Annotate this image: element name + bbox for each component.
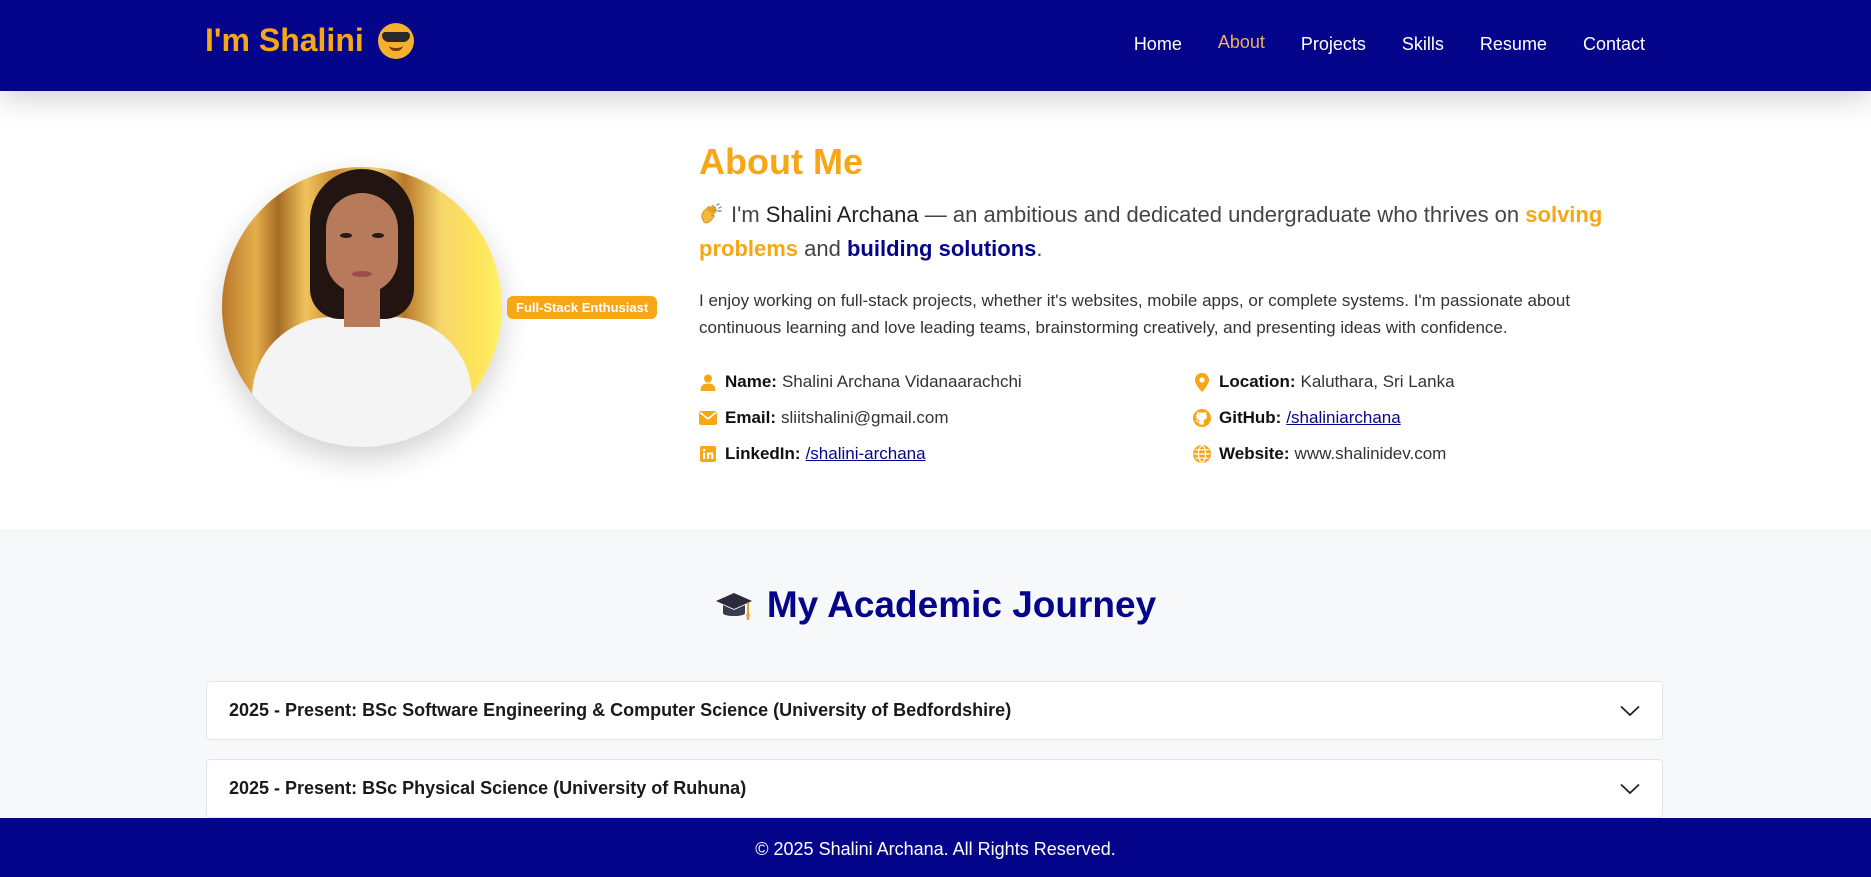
nav-link-skills[interactable]: Skills [1402, 34, 1444, 55]
nav-menu: Home About Projects Skills Resume Contac… [1134, 0, 1645, 88]
nav-link-home[interactable]: Home [1134, 34, 1182, 55]
copyright-text: © 2025 Shalini Archana. All Rights Reser… [755, 839, 1116, 859]
info-website: Website: www.shalinidev.com [1193, 442, 1455, 466]
user-icon [699, 373, 717, 391]
intro-name: Shalini Archana [765, 202, 919, 227]
academic-title: My Academic Journey [0, 584, 1871, 626]
chevron-down-icon [1620, 705, 1640, 716]
graduation-cap-icon [715, 593, 752, 620]
accordion-label: 2025 - Present: BSc Physical Science (Un… [229, 778, 747, 798]
about-title: About Me [699, 141, 863, 182]
info-linkedin: LinkedIn: /shalini-archana [699, 442, 1022, 466]
github-link[interactable]: /shaliniarchana [1286, 408, 1400, 428]
chevron-down-icon [1620, 783, 1640, 794]
linkedin-link[interactable]: /shalini-archana [806, 444, 926, 464]
accordion-item-ruhuna[interactable]: 2025 - Present: BSc Physical Science (Un… [206, 759, 1663, 818]
info-github: GitHub: /shaliniarchana [1193, 406, 1455, 430]
info-list-left: Name: Shalini Archana Vidanaarachchi Ema… [699, 370, 1022, 466]
accordion-item-bedfordshire[interactable]: 2025 - Present: BSc Software Engineering… [206, 681, 1663, 740]
navbar: I'm Shalini Home About Projects Skills R… [0, 0, 1871, 91]
info-location: Location: Kaluthara, Sri Lanka [1193, 370, 1455, 394]
location-pin-icon [1193, 372, 1211, 392]
nav-link-projects[interactable]: Projects [1301, 34, 1366, 55]
github-icon [1193, 409, 1211, 427]
intro-highlight-building: building solutions [846, 236, 1037, 261]
info-list-right: Location: Kaluthara, Sri Lanka GitHub: /… [1193, 370, 1455, 466]
footer: © 2025 Shalini Archana. All Rights Reser… [0, 818, 1871, 877]
waving-hand-icon [701, 203, 722, 224]
profile-photo [222, 167, 502, 447]
info-email: Email: sliitshalini@gmail.com [699, 406, 1022, 430]
about-description: I enjoy working on full-stack projects, … [699, 291, 1571, 337]
envelope-icon [699, 409, 717, 427]
brand-text: I'm Shalini [205, 22, 364, 58]
role-badge: Full-Stack Enthusiast [507, 296, 658, 319]
accordion-label: 2025 - Present: BSc Software Engineering… [229, 700, 1012, 720]
sunglasses-face-icon [377, 22, 414, 59]
linkedin-icon [699, 445, 717, 463]
about-section: Full-Stack Enthusiast About Me I'm Shali… [0, 91, 1871, 529]
brand-logo[interactable]: I'm Shalini [205, 22, 414, 59]
about-intro: I'm Shalini Archana — an ambitious and d… [699, 202, 1603, 261]
nav-link-resume[interactable]: Resume [1480, 34, 1547, 55]
info-name: Name: Shalini Archana Vidanaarachchi [699, 370, 1022, 394]
nav-link-about[interactable]: About [1218, 32, 1265, 53]
globe-icon [1193, 445, 1211, 463]
nav-link-contact[interactable]: Contact [1583, 34, 1645, 55]
